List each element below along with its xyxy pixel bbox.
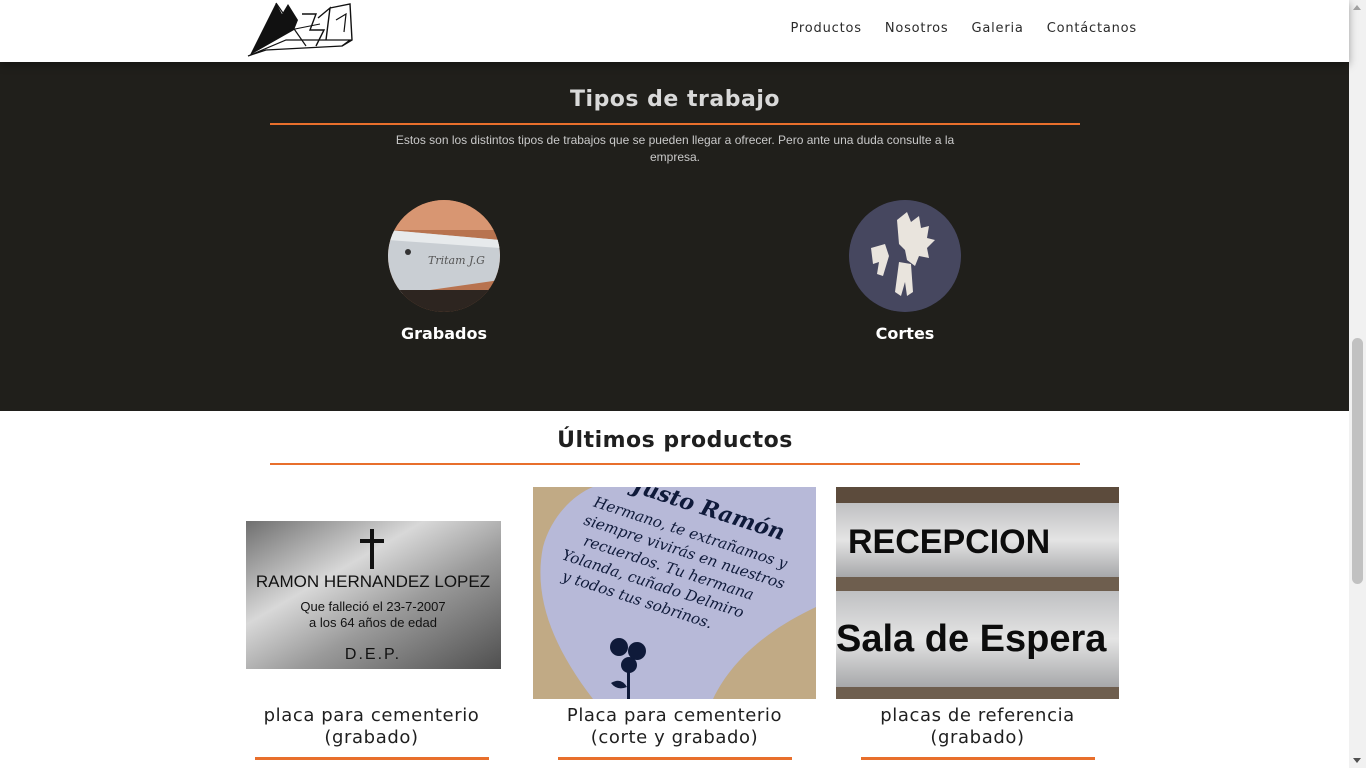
product-title-line: Placa para cementerio [566,705,783,726]
plate-line: Que falleció el 23-7-2007 [300,599,445,614]
product-card[interactable]: Justo Ramón Hermano, te extrañamos y sie… [533,487,816,760]
title-divider [270,463,1080,465]
work-types-description: Estos son los distintos tipos de trabajo… [395,133,955,164]
product-image: RECEPCION Sala de Espera [836,487,1119,699]
site-header: Productos Nosotros Galeria Contáctanos [0,0,1349,62]
nav-link-productos[interactable]: Productos [791,21,862,36]
latest-products-title: Últimos productos [557,428,793,453]
latest-products-section: Últimos productos RAMON HERNANDEZ LOPEZ … [0,411,1349,768]
plate-line: a los 64 años de edad [309,615,437,630]
product-title: Placa para cementerio (corte y grabado) [533,705,816,749]
work-type-cortes[interactable]: Cortes [825,200,985,343]
title-divider [270,123,1080,125]
grabados-image: Tritam J.G [388,200,500,312]
plate-name: RAMON HERNANDEZ LOPEZ [256,572,490,591]
product-underline [860,757,1095,760]
nav-link-nosotros[interactable]: Nosotros [885,21,949,36]
company-logo[interactable] [246,0,356,58]
scroll-up-icon[interactable] [1353,5,1361,10]
work-type-label: Grabados [400,324,488,343]
plate-line: D.E.P. [345,646,401,663]
main-nav: Productos Nosotros Galeria Contáctanos [791,21,1137,36]
work-types-section: Tipos de trabajo Estos son los distintos… [0,62,1349,411]
work-type-label: Cortes [875,324,935,343]
page: Productos Nosotros Galeria Contáctanos T… [0,0,1366,768]
nav-link-galeria[interactable]: Galeria [972,21,1024,36]
product-title: placas de referencia (grabado) [836,705,1119,749]
scrollbar-thumb[interactable] [1352,338,1363,584]
work-type-grabados[interactable]: Tritam J.G Grabados [364,200,524,343]
product-title-line: (corte y grabado) [590,727,759,748]
product-underline [557,757,792,760]
product-title-line: placa para cementerio [263,705,480,726]
plate-text: RECEPCION [848,523,1050,561]
nav-link-contactanos[interactable]: Contáctanos [1047,21,1137,36]
product-title-line: placas de referencia [880,705,1075,726]
work-types-title: Tipos de trabajo [570,87,780,112]
plate-text: Sala de Espera [836,618,1107,660]
cortes-image [849,200,961,312]
product-card[interactable]: RAMON HERNANDEZ LOPEZ Que falleció el 23… [230,487,513,760]
product-title: placa para cementerio (grabado) [230,705,513,749]
scroll-down-icon[interactable] [1353,758,1361,763]
product-image: Justo Ramón Hermano, te extrañamos y sie… [533,487,816,699]
product-underline [254,757,489,760]
product-image: RAMON HERNANDEZ LOPEZ Que falleció el 23… [230,487,513,699]
product-card[interactable]: RECEPCION Sala de Espera placas de refer… [836,487,1119,760]
page-scrollbar[interactable] [1349,0,1366,768]
product-title-line: (grabado) [324,727,419,748]
grabados-engraving-text: Tritam J.G [428,254,485,267]
product-title-line: (grabado) [930,727,1025,748]
